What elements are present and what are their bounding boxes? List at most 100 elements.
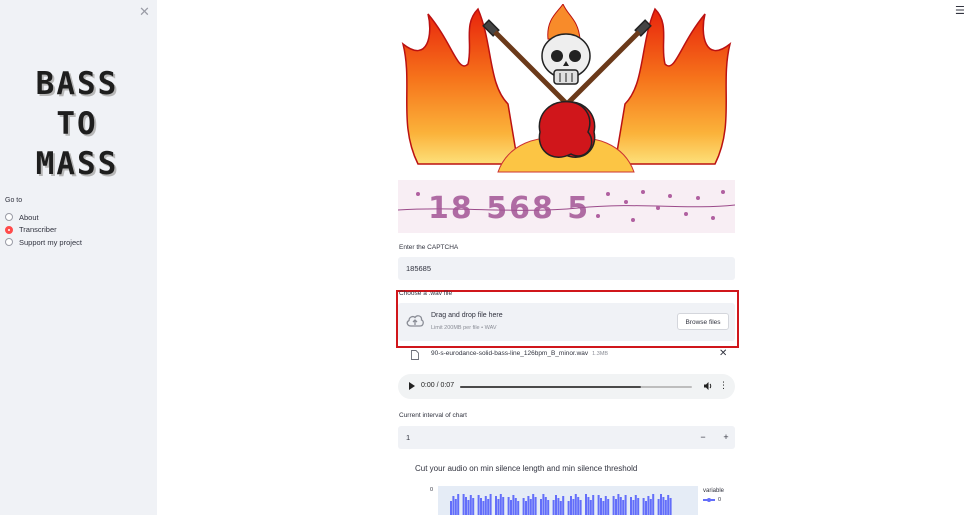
waveform-bar xyxy=(567,501,570,515)
bass-to-mass-logo: BASS TO MASS xyxy=(12,64,142,184)
waveform-bar xyxy=(457,494,460,515)
waveform-bar xyxy=(647,496,650,515)
file-dropzone[interactable]: Drag and drop file here Limit 200MB per … xyxy=(398,303,735,341)
waveform-bar xyxy=(522,498,525,515)
radio-circle-icon[interactable] xyxy=(5,213,13,222)
radio-label: Support my project xyxy=(19,237,82,247)
legend-label: 0 xyxy=(718,497,722,503)
waveform-bar xyxy=(502,497,505,515)
interval-label: Current interval of chart xyxy=(399,412,467,419)
waveform-chart xyxy=(438,486,698,515)
waveform-bar xyxy=(615,499,617,515)
radio-circle-icon[interactable] xyxy=(5,238,13,247)
waveform-bar xyxy=(542,494,545,515)
page-radio-group: About Transcriber Support my project xyxy=(5,211,82,249)
waveform-bar xyxy=(645,501,647,515)
radio-support[interactable]: Support my project xyxy=(5,236,82,249)
waveform-bar xyxy=(517,501,520,515)
waveform-bar xyxy=(529,499,532,515)
logo-line: BASS xyxy=(35,66,119,102)
waveform-bar xyxy=(514,498,517,515)
audio-progress xyxy=(460,385,641,388)
volume-icon[interactable] xyxy=(703,381,713,391)
waveform-bar xyxy=(559,501,562,515)
waveform-bar xyxy=(624,495,627,515)
waveform-bar xyxy=(664,500,667,515)
radio-label: Transcriber xyxy=(19,225,57,235)
file-icon xyxy=(411,350,419,360)
waveform-bar xyxy=(574,494,577,515)
y-tick-label: 0 xyxy=(430,487,434,493)
waveform-bar xyxy=(489,494,492,515)
waveform-bar xyxy=(602,501,605,515)
increment-button[interactable]: + xyxy=(717,426,735,449)
waveform-bar xyxy=(527,496,530,515)
waveform-bar xyxy=(555,495,557,515)
main-menu-icon[interactable]: ☰ xyxy=(955,4,965,17)
waveform-bar xyxy=(480,498,482,515)
captcha-label: Enter the CAPTCHA xyxy=(399,244,459,251)
audio-seek-bar[interactable] xyxy=(460,385,692,388)
waveform-bar xyxy=(619,497,622,515)
browse-files-button[interactable]: Browse files xyxy=(677,313,729,330)
waveform-bar xyxy=(469,495,472,515)
close-sidebar-icon[interactable]: ✕ xyxy=(139,4,150,20)
waveform-bar xyxy=(630,497,632,515)
play-icon[interactable] xyxy=(409,382,415,390)
audio-time: 0:00 / 0:07 xyxy=(421,382,455,389)
remove-file-icon[interactable]: ✕ xyxy=(719,348,727,359)
captcha-image: 18 568 5 xyxy=(398,180,735,233)
logo-line: TO xyxy=(56,106,98,142)
waveform-bar xyxy=(600,498,602,515)
radio-label: About xyxy=(19,212,39,222)
file-size: 1.3MB xyxy=(592,351,609,357)
waveform-bar xyxy=(570,496,572,515)
waveform-bar xyxy=(465,497,467,515)
waveform-bar xyxy=(649,499,652,515)
waveform-bar xyxy=(497,499,500,515)
waveform-bar xyxy=(482,501,485,515)
radio-selected-icon[interactable] xyxy=(5,225,13,234)
waveform-bar xyxy=(617,494,620,515)
decrement-button[interactable]: − xyxy=(694,426,712,449)
waveform-bar xyxy=(612,496,615,515)
radio-transcriber[interactable]: Transcriber xyxy=(5,224,82,237)
waveform-bar xyxy=(669,498,672,515)
waveform-bar xyxy=(547,500,550,515)
more-options-icon[interactable]: ⋮ xyxy=(719,380,728,391)
waveform-bar xyxy=(510,500,512,515)
waveform-bar xyxy=(604,496,607,515)
waveform-bar xyxy=(532,494,535,515)
cloud-upload-icon xyxy=(406,315,424,327)
waveform-bar xyxy=(507,497,510,515)
sidebar: ✕ BASS TO MASS Go to About Transcriber S… xyxy=(0,0,157,515)
waveform-bar xyxy=(472,498,475,515)
chart-title: Cut your audio on min silence length and… xyxy=(415,464,638,473)
interval-number-input[interactable]: 1 − + xyxy=(398,426,735,449)
waveform-bar xyxy=(467,500,470,515)
waveform-bar xyxy=(525,501,527,515)
file-name-text: 90-s-eurodance-solid-bass-line_126bpm_B_… xyxy=(431,350,589,357)
logo-line: MASS xyxy=(35,146,119,182)
waveform-bars xyxy=(450,494,672,515)
waveform-bar xyxy=(454,499,457,515)
waveform-bar xyxy=(607,499,610,515)
uploader-label: Choose a .wav file xyxy=(399,290,453,297)
waveform-bar xyxy=(557,498,560,515)
waveform-bar xyxy=(552,500,555,515)
waveform-bar xyxy=(499,494,502,515)
waveform-bar xyxy=(660,494,662,515)
waveform-bar xyxy=(622,500,625,515)
waveform-bar xyxy=(572,499,575,515)
waveform-bar xyxy=(662,497,665,515)
waveform-bar xyxy=(540,499,542,515)
waveform-bar xyxy=(585,494,587,515)
waveform-bar xyxy=(562,496,565,515)
radio-about[interactable]: About xyxy=(5,211,82,224)
waveform-bar xyxy=(642,498,645,515)
waveform-bar xyxy=(577,497,580,515)
uploaded-file-row: 90-s-eurodance-solid-bass-line_126bpm_B_… xyxy=(398,346,735,362)
captcha-input[interactable]: 185685 xyxy=(398,257,735,280)
waveform-bar xyxy=(592,495,595,515)
waveform-bar xyxy=(667,495,670,515)
